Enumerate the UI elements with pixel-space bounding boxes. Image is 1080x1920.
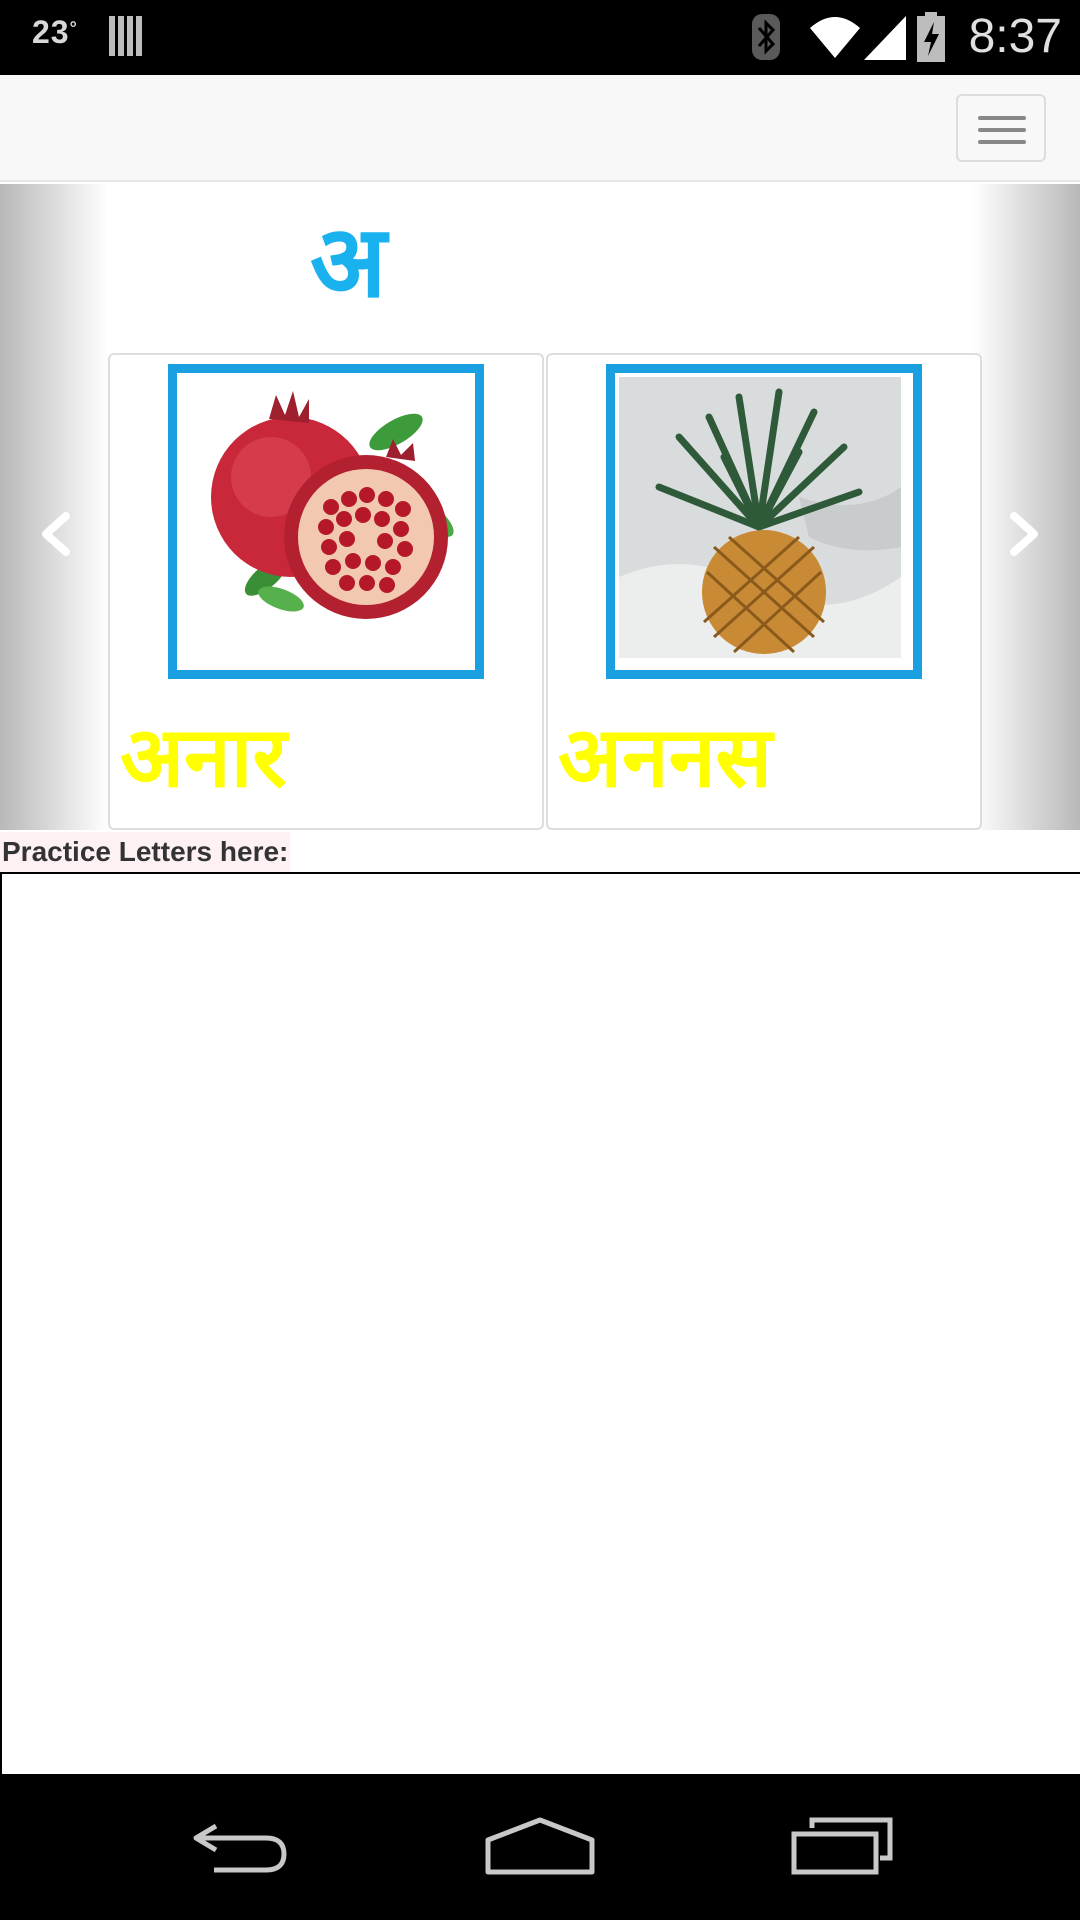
degree-symbol: ° [69,18,78,38]
chevron-left-icon[interactable] [26,504,86,564]
hamburger-menu-button[interactable] [956,94,1046,162]
word-image-frame [168,364,484,679]
menu-bar-line [978,116,1026,120]
temperature-indicator: 23° [32,14,78,51]
signal-icon [864,16,906,60]
pineapple-image [619,377,909,666]
system-navigation-bar [0,1776,1080,1920]
word-card[interactable]: अननस [546,353,982,830]
recents-icon[interactable] [790,1816,894,1876]
word-label: अननस [558,708,773,806]
navbar [0,75,1080,182]
notification-icon [109,16,142,56]
word-image-frame [606,364,922,679]
word-card[interactable]: अनार [108,353,544,830]
current-letter: अ [310,203,387,320]
bluetooth-icon [752,14,780,60]
chevron-right-icon[interactable] [994,504,1054,564]
clock: 8:37 [968,10,1062,63]
word-label: अनार [120,708,287,806]
practice-drawing-canvas[interactable] [0,872,1080,1776]
temperature-value: 23 [32,14,70,50]
screen: 23° 8:37 अ अनार अननस Practice Letters he… [0,0,1080,1920]
battery-charging-icon [917,12,945,62]
back-icon[interactable] [188,1816,292,1876]
practice-label: Practice Letters here: [0,832,291,872]
home-icon[interactable] [484,1816,596,1876]
menu-bar-line [978,140,1026,144]
menu-bar-line [978,128,1026,132]
wifi-icon [810,17,860,58]
status-bar: 23° 8:37 [0,0,1080,75]
pomegranate-image [181,377,471,666]
letter-carousel[interactable]: अ अनार अननस [0,184,1080,830]
